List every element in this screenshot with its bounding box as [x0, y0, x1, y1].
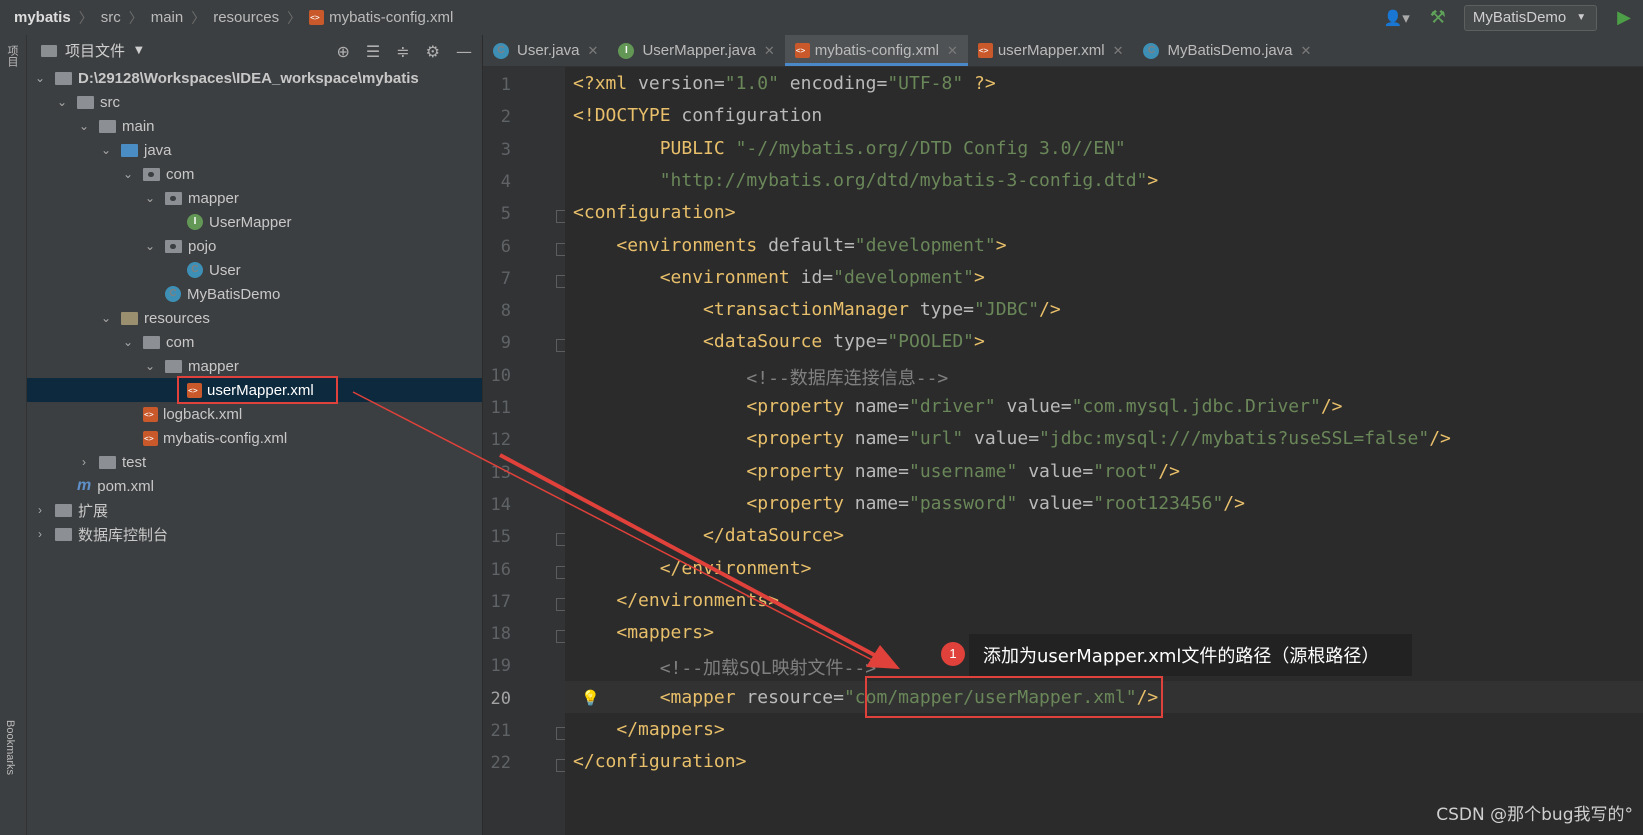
annotation-number-badge: 1 — [941, 642, 965, 666]
lightbulb-icon[interactable]: 💡 — [581, 689, 600, 707]
thick-arrow-line — [499, 453, 881, 660]
thin-arrow-line — [352, 391, 881, 665]
annotation-text: 添加为userMapper.xml文件的路径（源根路径） — [983, 646, 1380, 667]
annotation-callout: 添加为userMapper.xml文件的路径（源根路径） — [969, 634, 1412, 676]
arrow-head — [866, 645, 900, 669]
highlight-box — [865, 676, 1163, 718]
watermark: CSDN @那个bug我写的° — [1436, 805, 1633, 825]
annotation-overlay — [352, 391, 1163, 718]
